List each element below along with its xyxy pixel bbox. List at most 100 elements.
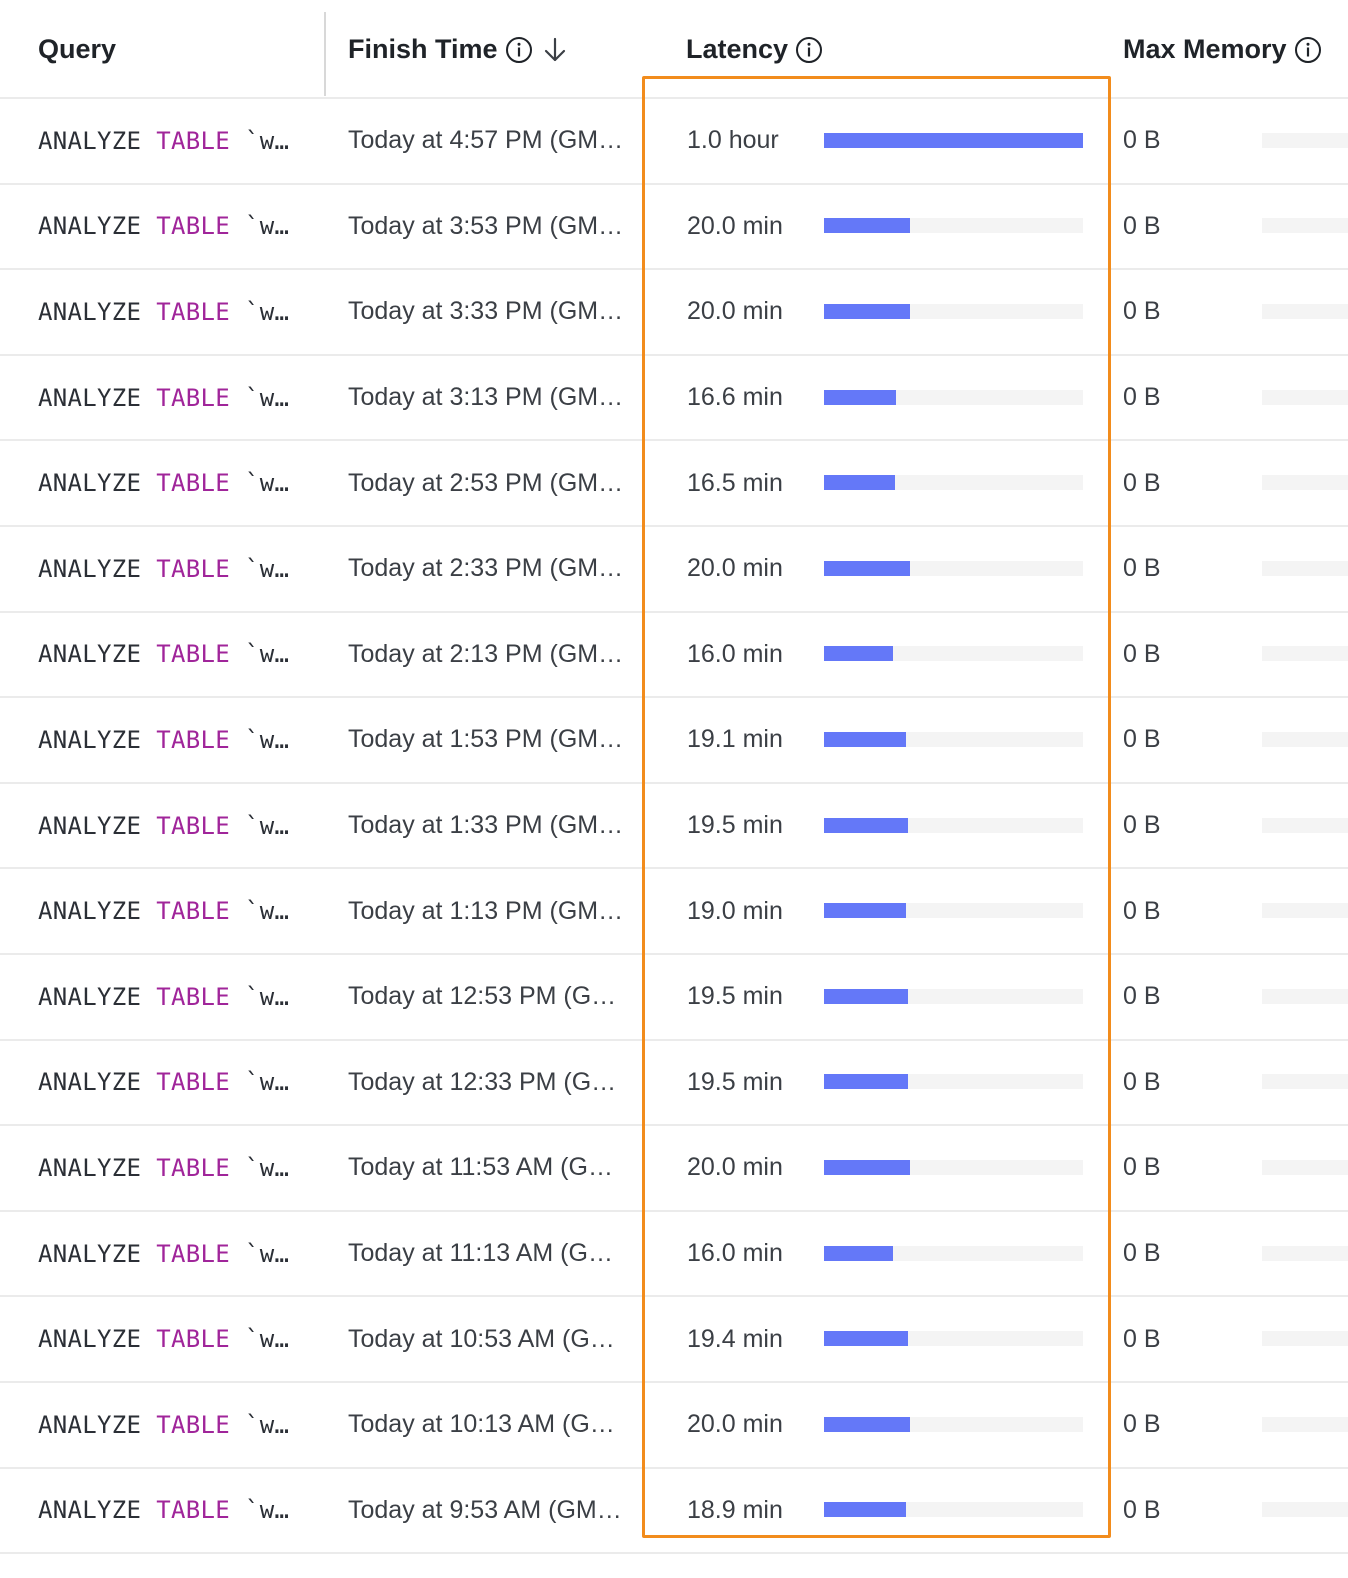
query-text: `w… — [245, 469, 290, 498]
latency-cell: 19.5 min — [687, 982, 783, 1011]
memory-bar-track — [1262, 1502, 1348, 1518]
latency-cell: 16.0 min — [687, 1239, 783, 1268]
table-row[interactable]: ANALYZE TABLE `w… Today at 2:53 PM (GM… … — [0, 441, 1348, 527]
query-keyword: TABLE — [156, 126, 230, 155]
memory-bar-track — [1262, 646, 1348, 662]
table-row[interactable]: ANALYZE TABLE `w… Today at 1:33 PM (GM… … — [0, 784, 1348, 870]
query-keyword: TABLE — [156, 1325, 230, 1354]
column-header-query[interactable]: Query — [38, 0, 116, 99]
query-keyword: ANALYZE — [38, 1496, 142, 1525]
info-icon[interactable] — [1294, 36, 1322, 64]
memory-bar-track — [1262, 218, 1348, 234]
finish-time-cell: Today at 3:13 PM (GM… — [348, 383, 624, 412]
latency-cell: 20.0 min — [687, 1410, 783, 1439]
table-row[interactable]: ANALYZE TABLE `w… Today at 11:53 AM (G… … — [0, 1126, 1348, 1212]
latency-bar — [824, 389, 896, 405]
query-keyword: ANALYZE — [38, 297, 142, 326]
latency-bar-track — [824, 389, 1083, 405]
column-header-finish-time-label: Finish Time — [348, 34, 498, 64]
latency-cell: 16.6 min — [687, 383, 783, 412]
memory-bar-track — [1262, 1074, 1348, 1090]
max-memory-cell: 0 B — [1123, 383, 1161, 412]
table-row[interactable]: ANALYZE TABLE `w… Today at 11:13 AM (G… … — [0, 1212, 1348, 1298]
query-keyword: TABLE — [156, 383, 230, 412]
max-memory-cell: 0 B — [1123, 211, 1161, 240]
table-row[interactable]: ANALYZE TABLE `w… Today at 3:13 PM (GM… … — [0, 356, 1348, 442]
memory-bar-track — [1262, 1159, 1348, 1175]
latency-cell: 20.0 min — [687, 554, 783, 583]
max-memory-cell: 0 B — [1123, 1239, 1161, 1268]
latency-bar-track — [824, 817, 1083, 833]
finish-time-cell: Today at 10:13 AM (G… — [348, 1410, 615, 1439]
latency-cell: 20.0 min — [687, 1153, 783, 1182]
finish-time-cell: Today at 2:13 PM (GM… — [348, 639, 624, 668]
query-cell: ANALYZE TABLE `w… — [38, 1297, 289, 1381]
latency-bar — [824, 218, 911, 234]
table-row[interactable]: ANALYZE TABLE `w… Today at 10:53 AM (G… … — [0, 1297, 1348, 1383]
query-text: `w… — [245, 1068, 290, 1097]
max-memory-cell: 0 B — [1123, 725, 1161, 754]
table-row[interactable]: ANALYZE TABLE `w… Today at 3:53 PM (GM… … — [0, 185, 1348, 271]
finish-time-cell: Today at 3:33 PM (GM… — [348, 297, 624, 326]
query-keyword: ANALYZE — [38, 126, 142, 155]
query-keyword: ANALYZE — [38, 1068, 142, 1097]
query-keyword: ANALYZE — [38, 725, 142, 754]
finish-time-cell: Today at 4:57 PM (GM… — [348, 126, 624, 155]
query-keyword: TABLE — [156, 469, 230, 498]
latency-cell: 20.0 min — [687, 297, 783, 326]
table-row[interactable]: ANALYZE TABLE `w… Today at 10:13 AM (G… … — [0, 1383, 1348, 1469]
max-memory-cell: 0 B — [1123, 1153, 1161, 1182]
column-resize-handle[interactable] — [324, 12, 326, 96]
finish-time-cell: Today at 3:53 PM (GM… — [348, 211, 624, 240]
query-text: `w… — [245, 126, 290, 155]
memory-bar-track — [1262, 988, 1348, 1004]
query-keyword: TABLE — [156, 725, 230, 754]
query-cell: ANALYZE TABLE `w… — [38, 99, 289, 183]
query-keyword: TABLE — [156, 640, 230, 669]
table-row[interactable]: ANALYZE TABLE `w… Today at 3:33 PM (GM… … — [0, 270, 1348, 356]
column-header-latency[interactable]: Latency — [686, 0, 823, 99]
query-text: `w… — [245, 982, 290, 1011]
arrow-down-icon[interactable] — [541, 36, 569, 64]
query-text: `w… — [245, 212, 290, 241]
table-row[interactable]: ANALYZE TABLE `w… Today at 2:13 PM (GM… … — [0, 613, 1348, 699]
query-cell: ANALYZE TABLE `w… — [38, 784, 289, 868]
table-row[interactable]: ANALYZE TABLE `w… Today at 2:33 PM (GM… … — [0, 527, 1348, 613]
query-keyword: TABLE — [156, 811, 230, 840]
latency-bar-track — [824, 560, 1083, 576]
query-keyword: TABLE — [156, 297, 230, 326]
table-row[interactable]: ANALYZE TABLE `w… Today at 12:33 PM (G… … — [0, 1041, 1348, 1127]
latency-bar-track — [824, 1331, 1083, 1347]
info-icon[interactable] — [795, 36, 823, 64]
query-keyword: ANALYZE — [38, 640, 142, 669]
query-keyword: ANALYZE — [38, 469, 142, 498]
query-cell: ANALYZE TABLE `w… — [38, 869, 289, 953]
memory-bar-track — [1262, 903, 1348, 919]
query-cell: ANALYZE TABLE `w… — [38, 1469, 289, 1553]
latency-bar — [824, 903, 907, 919]
max-memory-cell: 0 B — [1123, 1324, 1161, 1353]
table-row[interactable]: ANALYZE TABLE `w… Today at 9:53 AM (GM… … — [0, 1469, 1348, 1555]
column-header-max-memory[interactable]: Max Memory — [1123, 0, 1322, 99]
memory-bar-track — [1262, 389, 1348, 405]
latency-bar-track — [824, 988, 1083, 1004]
query-keyword: TABLE — [156, 554, 230, 583]
query-keyword: TABLE — [156, 982, 230, 1011]
table-row[interactable]: ANALYZE TABLE `w… Today at 12:53 PM (G… … — [0, 955, 1348, 1041]
max-memory-cell: 0 B — [1123, 126, 1161, 155]
column-header-finish-time[interactable]: Finish Time — [348, 0, 569, 99]
info-icon[interactable] — [505, 36, 533, 64]
table-row[interactable]: ANALYZE TABLE `w… Today at 1:53 PM (GM… … — [0, 698, 1348, 784]
query-cell: ANALYZE TABLE `w… — [38, 1126, 289, 1210]
latency-bar-track — [824, 1502, 1083, 1518]
memory-bar-track — [1262, 1245, 1348, 1261]
table-row[interactable]: ANALYZE TABLE `w… Today at 4:57 PM (GM… … — [0, 99, 1348, 185]
query-text: `w… — [245, 1153, 290, 1182]
query-keyword: TABLE — [156, 1239, 230, 1268]
latency-cell: 19.4 min — [687, 1324, 783, 1353]
latency-bar-track — [824, 1416, 1083, 1432]
memory-bar-track — [1262, 132, 1348, 148]
table-row[interactable]: ANALYZE TABLE `w… Today at 1:13 PM (GM… … — [0, 869, 1348, 955]
query-keyword: ANALYZE — [38, 1153, 142, 1182]
max-memory-cell: 0 B — [1123, 1410, 1161, 1439]
